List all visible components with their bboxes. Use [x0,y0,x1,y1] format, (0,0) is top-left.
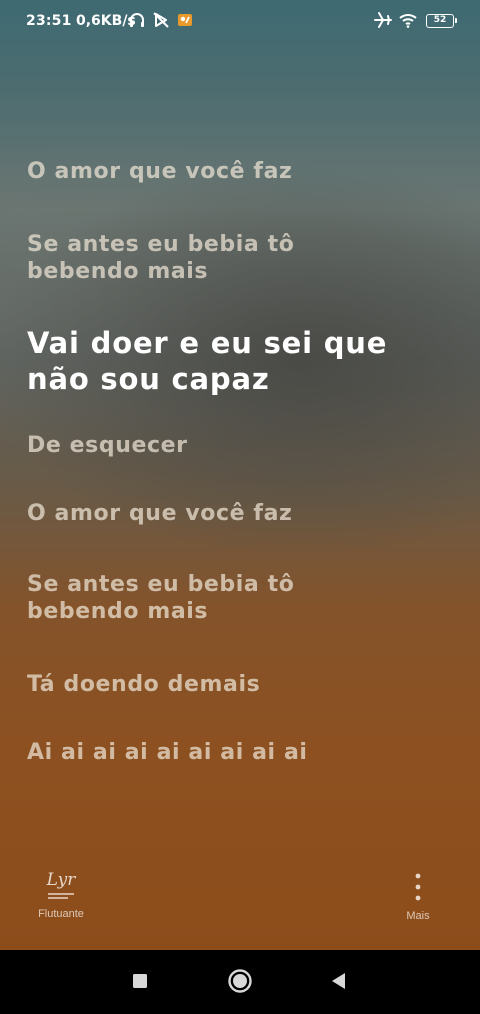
lyric-line-active[interactable]: Vai doer e eu sei que [27,325,447,361]
lyr-icon-text: Lyr [46,870,76,890]
bypass-icon [152,11,170,33]
recents-button[interactable] [125,968,155,998]
app-notification-icon [176,11,194,33]
lyric-line[interactable]: Se antes eu bebia tô [27,231,447,258]
headphones-icon [128,11,146,33]
lyric-line[interactable]: bebendo mais [27,258,447,285]
lyric-line[interactable]: De esquecer [27,432,447,459]
back-triangle-icon [330,972,346,994]
status-bar: 23:51 0,6KB/s 52 [0,0,480,44]
lyric-line[interactable]: Tá doendo demais [27,671,447,698]
back-button[interactable] [323,968,353,998]
lyric-line[interactable]: Se antes eu bebia tô [27,571,447,598]
lyric-line-active[interactable]: não sou capaz [27,361,447,397]
floating-label: Flutuante [38,908,84,920]
home-circle-icon [227,968,253,998]
network-speed: 0,6KB/s [76,13,136,29]
lyrics-screen: 23:51 0,6KB/s 52 O amor que você faz Se … [0,0,480,950]
navigation-bar [0,950,480,1014]
lyric-line[interactable]: O amor que você faz [27,500,447,527]
battery-level: 52 [433,15,447,25]
recents-square-icon [132,973,148,993]
lyric-line[interactable]: Ai ai ai ai ai ai ai ai ai [27,739,447,766]
lyric-line[interactable]: O amor que você faz [27,158,447,185]
lyric-line[interactable]: bebendo mais [27,598,447,625]
more-button[interactable]: Mais [395,870,441,922]
home-button[interactable] [225,968,255,998]
battery-icon: 52 [426,14,457,28]
status-time: 23:51 [26,13,72,29]
floating-lyrics-button[interactable]: Lyr Flutuante [30,870,92,920]
airplane-icon [373,11,393,33]
wifi-icon [398,11,418,33]
lyr-icon: Lyr [30,870,92,902]
more-vertical-icon [395,872,441,904]
more-label: Mais [406,910,430,922]
